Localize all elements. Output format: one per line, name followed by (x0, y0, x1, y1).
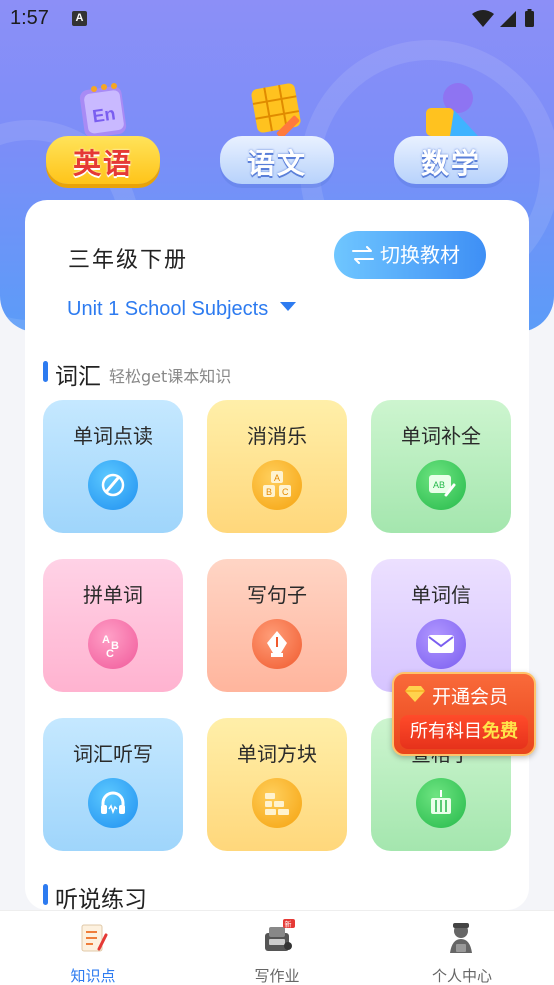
section-title: 听说练习 (55, 887, 147, 910)
new-badge: 新 (285, 920, 292, 929)
tile-label: 单词方块 (237, 742, 317, 766)
chevron-down-icon (280, 302, 297, 311)
subject-pill: 数学 (394, 136, 508, 184)
unit-dropdown[interactable]: Unit 1 School Subjects (67, 298, 297, 321)
svg-text:C: C (106, 648, 114, 659)
subject-label: 英语 (72, 147, 133, 180)
svg-text:A: A (274, 473, 280, 483)
abc-blocks-icon: ABC (252, 460, 302, 510)
vip-offer: 所有科目免费 (400, 715, 528, 749)
section-marker (43, 884, 48, 905)
subject-label: 数学 (420, 147, 481, 180)
subject-pill: 英语 (46, 136, 160, 184)
vip-promo-button[interactable]: 开通会员 所有科目免费 (392, 672, 536, 756)
switch-textbook-button[interactable]: 切换教材 (334, 231, 486, 279)
content-card: 三年级下册 切换教材 Unit 1 School Subjects 词汇 轻松g… (25, 200, 529, 910)
subject-tab-chinese[interactable]: 语文 (220, 80, 340, 190)
swap-arrows-icon (352, 246, 374, 264)
section-marker (43, 361, 48, 382)
subject-pill: 语文 (220, 136, 334, 184)
nav-profile[interactable]: 个人中心 (392, 911, 532, 985)
signal-icon (500, 11, 516, 27)
chinese-grid-icon (251, 83, 301, 139)
svg-text:C: C (282, 487, 289, 497)
grade-title: 三年级下册 (68, 248, 189, 273)
headphones-icon (88, 778, 138, 828)
brick-wall-icon (252, 778, 302, 828)
vip-free-label: 免费 (482, 721, 518, 742)
grid-machine-icon (416, 778, 466, 828)
ab-board-icon: AB (416, 460, 466, 510)
vip-title: 开通会员 (432, 686, 509, 708)
homework-machine-icon: 新 (265, 919, 295, 951)
unit-label: Unit 1 School Subjects (67, 298, 269, 320)
profile-icon (450, 923, 472, 953)
svg-text:B: B (266, 487, 272, 497)
abc-letters-icon: ABC (88, 619, 138, 669)
section-title: 词汇 (55, 364, 101, 390)
nav-homework[interactable]: 新 写作业 (207, 911, 347, 985)
nav-knowledge[interactable]: 知识点 (23, 911, 163, 985)
svg-text:A: A (102, 634, 110, 646)
tile-vocab-dictation[interactable]: 词汇听写 (43, 718, 183, 851)
vip-offer-text: 所有科目 (410, 721, 482, 742)
english-book-icon: En (79, 83, 127, 138)
battery-icon (525, 9, 534, 27)
nav-label: 写作业 (254, 967, 300, 985)
math-shapes-icon (426, 83, 478, 136)
wifi-icon (472, 10, 494, 27)
tile-label: 单词信 (411, 583, 471, 607)
section-subtitle: 轻松get课本知识 (109, 367, 232, 386)
tile-label: 消消乐 (247, 424, 307, 448)
nav-label: 个人中心 (431, 967, 492, 985)
tile-label: 写句子 (247, 583, 307, 607)
status-bar: 1:57 A (0, 0, 554, 38)
tile-word-completion[interactable]: 单词补全 AB (371, 400, 511, 533)
system-status-icons (472, 9, 534, 27)
fountain-pen-icon (252, 619, 302, 669)
svg-text:En: En (91, 103, 117, 126)
tile-label: 词汇听写 (73, 742, 153, 766)
switch-textbook-label: 切换教材 (380, 243, 460, 267)
tile-word-reading[interactable]: 单词点读 (43, 400, 183, 533)
bottom-navigation: 知识点 新 写作业 个人中心 (0, 910, 554, 985)
diamond-icon (405, 686, 425, 702)
notebook-icon (81, 924, 108, 952)
tile-match-game[interactable]: 消消乐 ABC (207, 400, 347, 533)
nav-label: 知识点 (70, 967, 116, 985)
tile-label: 拼单词 (83, 583, 143, 607)
subject-tab-math[interactable]: 数学 (394, 80, 514, 190)
tile-label: 单词补全 (401, 424, 481, 448)
pen-read-icon (88, 460, 138, 510)
tile-write-sentence[interactable]: 写句子 (207, 559, 347, 692)
envelope-icon (416, 619, 466, 669)
tile-spell-word[interactable]: 拼单词 ABC (43, 559, 183, 692)
svg-text:AB: AB (433, 480, 445, 490)
subject-label: 语文 (246, 147, 307, 180)
notification-icon: A (72, 11, 87, 26)
subject-tab-english[interactable]: En 英语 (46, 80, 166, 190)
status-time: 1:57 (10, 7, 49, 29)
tile-word-blocks[interactable]: 单词方块 (207, 718, 347, 851)
tile-label: 单词点读 (73, 424, 153, 448)
